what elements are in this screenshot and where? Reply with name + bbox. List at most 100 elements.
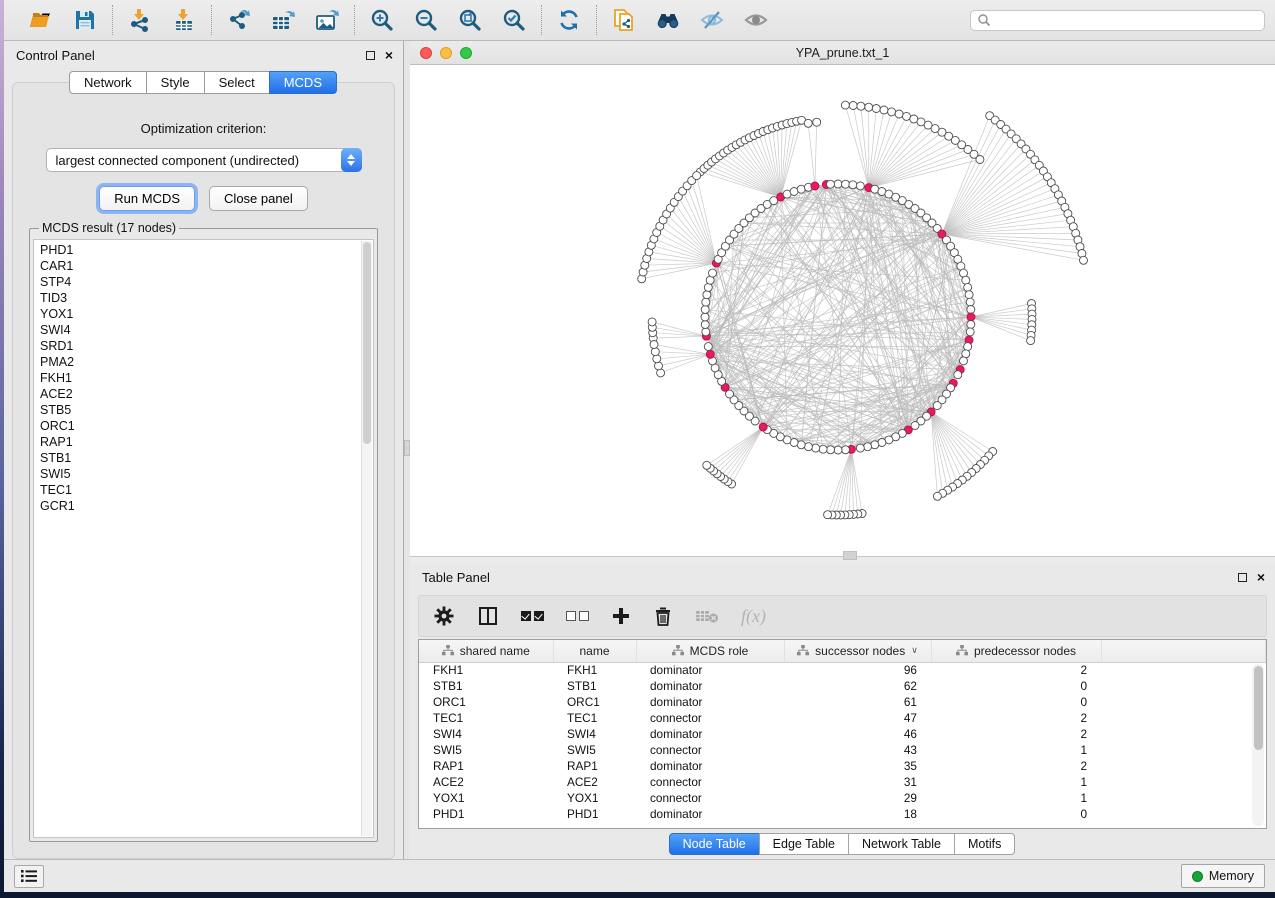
table-row[interactable]: TEC1TEC1connector472 xyxy=(419,710,1266,726)
deselect-all-icon[interactable] xyxy=(566,603,589,629)
vertical-splitter[interactable] xyxy=(403,41,410,859)
network-node[interactable] xyxy=(834,446,842,454)
network-node[interactable] xyxy=(849,181,857,189)
network-graph[interactable] xyxy=(410,65,1275,556)
network-node[interactable] xyxy=(976,156,984,164)
network-node[interactable] xyxy=(865,103,873,111)
column-header-successor-nodes[interactable]: successor nodes∨ xyxy=(784,640,931,662)
table-scrollbar[interactable] xyxy=(1252,664,1264,826)
table-row[interactable]: PHD1PHD1dominator180 xyxy=(419,806,1266,822)
export-network-icon[interactable] xyxy=(226,7,252,33)
table-row[interactable]: YOX1YOX1connector291 xyxy=(419,790,1266,806)
network-node[interactable] xyxy=(966,298,974,306)
network-node[interactable] xyxy=(880,106,888,114)
network-node[interactable] xyxy=(954,371,962,379)
delete-table-icon[interactable] xyxy=(695,603,719,629)
network-node[interactable] xyxy=(651,348,659,356)
network-node[interactable] xyxy=(960,357,968,365)
network-node[interactable] xyxy=(824,511,832,519)
dominator-node[interactable] xyxy=(759,423,767,431)
network-node[interactable] xyxy=(962,276,970,284)
network-node[interactable] xyxy=(827,446,835,454)
h-splitter-grip[interactable] xyxy=(843,551,857,560)
function-builder-icon[interactable]: f(x) xyxy=(741,603,766,629)
show-columns-icon[interactable] xyxy=(477,603,499,629)
network-node[interactable] xyxy=(964,343,972,351)
mcds-result-list[interactable]: PHD1CAR1STP4TID3YOX1SWI4SRD1PMA2FKH1ACE2… xyxy=(33,239,374,838)
mcds-result-item[interactable]: GCR1 xyxy=(40,498,359,514)
column-header-shared-name[interactable]: shared name xyxy=(419,640,553,662)
network-node[interactable] xyxy=(702,298,710,306)
network-node[interactable] xyxy=(653,355,661,363)
zoom-selected-icon[interactable] xyxy=(501,7,527,33)
open-session-icon[interactable] xyxy=(28,7,54,33)
close-panel-button[interactable]: Close panel xyxy=(209,186,308,211)
zoom-fit-icon[interactable] xyxy=(457,7,483,33)
dominator-node[interactable] xyxy=(967,313,975,321)
mcds-result-item[interactable]: PMA2 xyxy=(40,354,359,370)
export-image-icon[interactable] xyxy=(314,7,340,33)
refresh-view-icon[interactable] xyxy=(556,7,582,33)
table-row[interactable]: STB1STB1dominator620 xyxy=(419,678,1266,694)
show-all-icon[interactable] xyxy=(743,7,769,33)
network-node[interactable] xyxy=(704,343,712,351)
float-table-panel-icon[interactable] xyxy=(1238,573,1247,582)
mcds-result-item[interactable]: SWI4 xyxy=(40,322,359,338)
network-node[interactable] xyxy=(819,445,827,453)
network-node[interactable] xyxy=(703,291,711,299)
network-node[interactable] xyxy=(888,108,896,116)
table-row[interactable]: SWI4SWI4dominator462 xyxy=(419,726,1266,742)
mcds-result-item[interactable]: ACE2 xyxy=(40,386,359,402)
network-node[interactable] xyxy=(856,444,864,452)
network-titlebar[interactable]: YPA_prune.txt_1 xyxy=(410,41,1275,65)
column-header-MCDS-role[interactable]: MCDS role xyxy=(636,640,784,662)
mcds-result-item[interactable]: FKH1 xyxy=(40,370,359,386)
network-node[interactable] xyxy=(966,328,974,336)
network-node[interactable] xyxy=(864,443,872,451)
network-node[interactable] xyxy=(804,119,812,127)
hide-selected-icon[interactable] xyxy=(699,7,725,33)
mcds-result-item[interactable]: CAR1 xyxy=(40,258,359,274)
network-node[interactable] xyxy=(1080,256,1088,264)
export-table-icon[interactable] xyxy=(270,7,296,33)
network-node[interactable] xyxy=(871,441,879,449)
network-node[interactable] xyxy=(702,328,710,336)
network-node[interactable] xyxy=(849,102,857,110)
network-node[interactable] xyxy=(895,110,903,118)
mcds-result-item[interactable]: ORC1 xyxy=(40,418,359,434)
criterion-select[interactable]: largest connected component (undirected) xyxy=(46,148,362,172)
create-column-icon[interactable] xyxy=(611,603,631,629)
tab-network-table[interactable]: Network Table xyxy=(848,833,955,855)
tab-mcds[interactable]: MCDS xyxy=(269,71,337,94)
import-table-icon[interactable] xyxy=(171,7,197,33)
network-node[interactable] xyxy=(650,341,658,349)
column-header-name[interactable]: name xyxy=(553,640,636,662)
tab-node-table[interactable]: Node Table xyxy=(669,833,760,855)
import-network-icon[interactable] xyxy=(127,7,153,33)
select-all-icon[interactable] xyxy=(521,603,544,629)
network-node[interactable] xyxy=(1027,337,1035,345)
mcds-result-item[interactable]: STB5 xyxy=(40,402,359,418)
table-row[interactable]: RAP1RAP1dominator352 xyxy=(419,758,1266,774)
network-node[interactable] xyxy=(834,180,842,188)
network-node[interactable] xyxy=(804,443,812,451)
tab-network[interactable]: Network xyxy=(69,71,147,94)
mcds-result-item[interactable]: PHD1 xyxy=(40,242,359,258)
copy-network-icon[interactable] xyxy=(611,7,637,33)
network-node[interactable] xyxy=(903,112,911,120)
table-settings-gear-icon[interactable] xyxy=(433,603,455,629)
network-node[interactable] xyxy=(812,444,820,452)
table-row[interactable]: ACE2ACE2connector311 xyxy=(419,774,1266,790)
network-node[interactable] xyxy=(967,321,975,329)
delete-column-trash-icon[interactable] xyxy=(653,603,673,629)
tab-edge-table[interactable]: Edge Table xyxy=(759,833,849,855)
table-row[interactable]: SWI5SWI5connector431 xyxy=(419,742,1266,758)
tab-select[interactable]: Select xyxy=(204,71,270,94)
search-input[interactable] xyxy=(995,13,1258,27)
close-panel-icon[interactable]: × xyxy=(385,50,393,60)
run-mcds-button[interactable]: Run MCDS xyxy=(99,186,195,211)
search-field[interactable] xyxy=(970,10,1265,31)
tab-style[interactable]: Style xyxy=(146,71,205,94)
mcds-result-item[interactable]: TID3 xyxy=(40,290,359,306)
network-node[interactable] xyxy=(965,291,973,299)
